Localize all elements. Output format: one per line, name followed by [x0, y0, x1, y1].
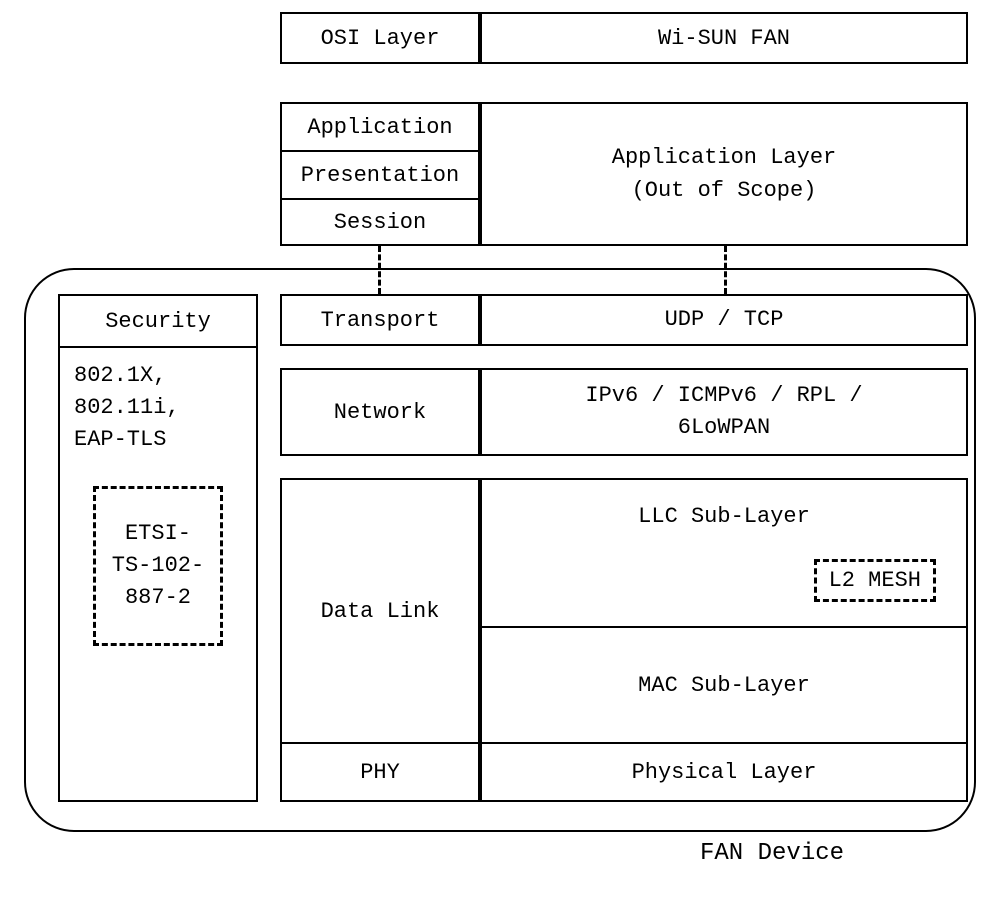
- osi-transport: Transport: [280, 294, 480, 346]
- security-items: 802.1X, 802.11i, EAP-TLS: [74, 360, 242, 456]
- main-layer-stack: Transport UDP / TCP Network IPv6 / ICMPv…: [280, 294, 968, 802]
- network-row: Network IPv6 / ICMPv6 / RPL / 6LoWPAN: [280, 368, 968, 456]
- wisun-llc-sublayer: LLC Sub-Layer L2 MESH: [482, 480, 966, 628]
- osi-session: Session: [280, 198, 480, 246]
- header-row: OSI Layer Wi-SUN FAN: [280, 12, 968, 64]
- wisun-datalink-phy-col: LLC Sub-Layer L2 MESH MAC Sub-Layer Phys…: [480, 478, 968, 802]
- osi-phy: PHY: [282, 744, 478, 800]
- transport-row: Transport UDP / TCP: [280, 294, 968, 346]
- datalink-phy-block: Data Link PHY LLC Sub-Layer L2 MESH MAC …: [280, 478, 968, 802]
- wisun-application-layer: Application Layer (Out of Scope): [480, 102, 968, 246]
- wisun-fan-header: Wi-SUN FAN: [480, 12, 968, 64]
- osi-network: Network: [280, 368, 480, 456]
- wisun-physical-layer: Physical Layer: [482, 744, 966, 800]
- osi-app-stack: Application Presentation Session: [280, 102, 480, 246]
- llc-label: LLC Sub-Layer: [638, 504, 810, 529]
- osi-datalink-phy-col: Data Link PHY: [280, 478, 480, 802]
- osi-presentation: Presentation: [280, 150, 480, 198]
- wisun-network: IPv6 / ICMPv6 / RPL / 6LoWPAN: [480, 368, 968, 456]
- osi-application: Application: [280, 102, 480, 150]
- osi-datalink-label: Data Link: [321, 599, 440, 624]
- etsi-box: ETSI- TS-102- 887-2: [93, 486, 223, 646]
- etsi-label: ETSI- TS-102- 887-2: [112, 518, 204, 614]
- fan-device-label: FAN Device: [700, 840, 844, 867]
- security-body: 802.1X, 802.11i, EAP-TLS ETSI- TS-102- 8…: [60, 348, 256, 658]
- application-block: Application Presentation Session Applica…: [280, 102, 968, 246]
- security-title: Security: [60, 296, 256, 348]
- osi-datalink: Data Link: [282, 480, 478, 744]
- security-block: Security 802.1X, 802.11i, EAP-TLS ETSI- …: [58, 294, 258, 802]
- wisun-transport: UDP / TCP: [480, 294, 968, 346]
- l2-mesh-box: L2 MESH: [814, 559, 936, 602]
- l2-mesh-label: L2 MESH: [829, 568, 921, 593]
- wisun-mac-sublayer: MAC Sub-Layer: [482, 628, 966, 744]
- osi-layer-header: OSI Layer: [280, 12, 480, 64]
